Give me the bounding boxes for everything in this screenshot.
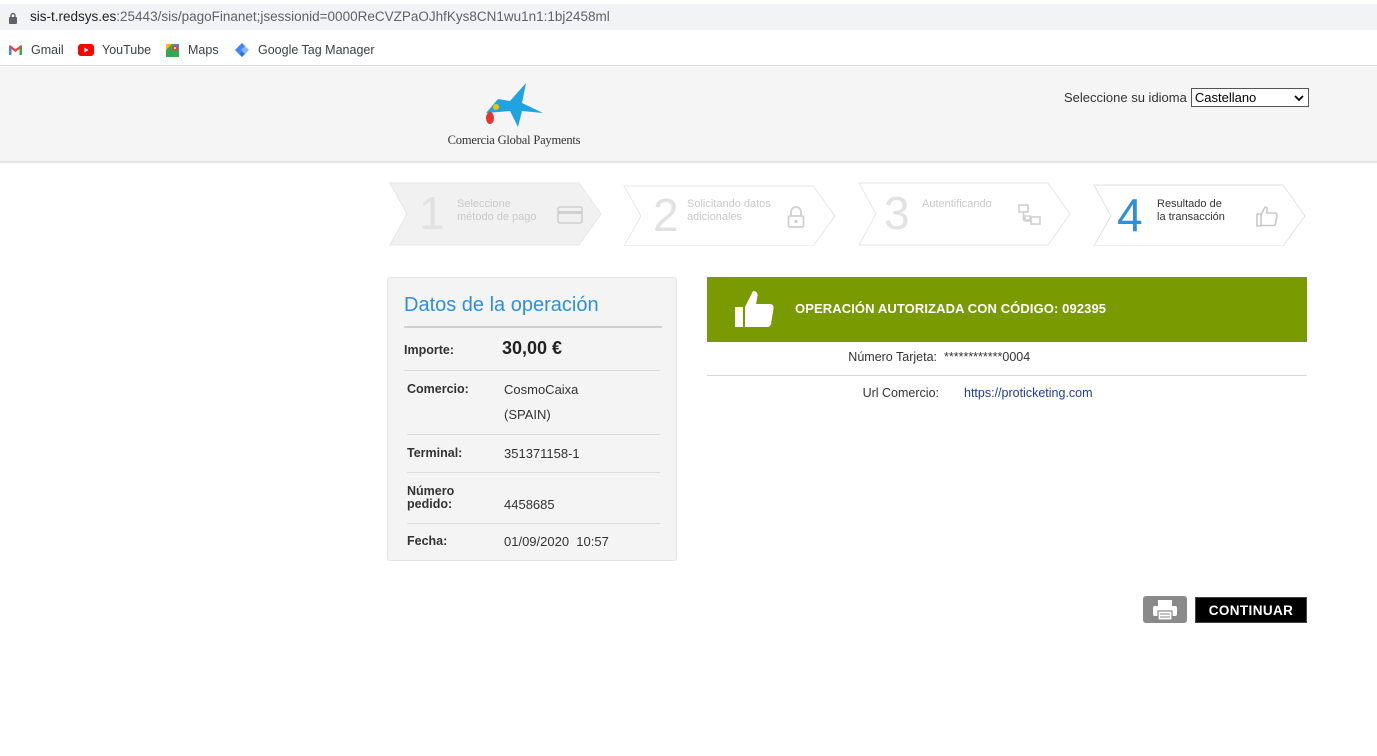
lock-icon xyxy=(787,206,805,228)
order-label-line1: Número xyxy=(407,484,455,498)
operation-data-panel: Datos de la operación Importe: 30,00 € C… xyxy=(387,277,677,561)
tag-manager-icon xyxy=(235,43,249,57)
language-dropdown[interactable]: Castellano xyxy=(1190,88,1309,107)
language-selected: Castellano xyxy=(1194,90,1257,105)
bookmark-label: Google Tag Manager xyxy=(258,43,375,57)
brand-logo: Comercia Global Payments xyxy=(444,81,584,151)
url-path: :25443/sis/pagoFinanet;jsessionid=0000Re… xyxy=(116,9,610,24)
merchant-country: (SPAIN) xyxy=(504,407,551,422)
terminal-label: Terminal: xyxy=(407,446,463,460)
bookmark-youtube[interactable]: YouTube xyxy=(78,40,151,60)
card-icon xyxy=(557,206,583,224)
row-amount: Importe: 30,00 € xyxy=(404,328,660,371)
step-number: 2 xyxy=(653,189,679,241)
page-header: Comercia Global Payments Seleccione su i… xyxy=(0,67,1377,163)
date-value: 01/09/2020 10:57 xyxy=(504,534,609,549)
url-field[interactable]: sis-t.redsys.es:25443/sis/pagoFinanet;js… xyxy=(0,4,1377,30)
amount-label: Importe: xyxy=(404,343,454,357)
bookmark-gmail[interactable]: Gmail xyxy=(8,40,64,60)
bookmark-label: YouTube xyxy=(102,43,152,57)
row-date: Fecha: 01/09/2020 10:57 xyxy=(407,524,660,560)
step-3: 3 Autentificando xyxy=(858,182,1072,246)
maps-icon xyxy=(166,43,179,57)
merchant-url-link[interactable]: https://proticketing.com xyxy=(964,386,1093,400)
merchant-url-label: Url Comercio: xyxy=(862,386,939,400)
browser-address-bar: sis-t.redsys.es:25443/sis/pagoFinanet;js… xyxy=(0,0,1377,34)
divider xyxy=(707,375,1307,376)
thumbs-up-icon xyxy=(735,291,774,327)
date-label: Fecha: xyxy=(407,534,448,548)
bookmark-label: Gmail xyxy=(31,43,64,57)
step-number: 4 xyxy=(1117,189,1143,241)
bookmark-maps[interactable]: Maps xyxy=(165,40,219,60)
step-number: 3 xyxy=(884,187,910,239)
step-label: Autentificando xyxy=(922,198,992,210)
step-4: 4 Resultado de la transacción xyxy=(1093,182,1307,246)
step-number: 1 xyxy=(419,187,445,239)
step-label: Seleccione método de pago xyxy=(457,198,537,223)
order-label-line2: pedido: xyxy=(407,497,453,511)
language-selector: Seleccione su idioma Castellano xyxy=(1064,88,1309,107)
lock-icon xyxy=(9,12,17,24)
authorization-message: OPERACIÓN AUTORIZADA CON CÓDIGO: 092395 xyxy=(795,301,1107,316)
url-text: sis-t.redsys.es:25443/sis/pagoFinanet;js… xyxy=(30,9,610,24)
step-2: 2 Solicitando datos adicionales xyxy=(623,182,837,246)
star-logo-icon xyxy=(486,83,543,127)
chevron-down-icon xyxy=(1294,94,1304,101)
logo-text: Comercia Global Payments xyxy=(447,133,581,147)
card-number-label: Número Tarjeta: xyxy=(848,350,937,364)
bookmark-label: Maps xyxy=(188,43,219,57)
terminal-value: 351371158-1 xyxy=(504,446,580,461)
row-terminal: Terminal: 351371158-1 xyxy=(407,435,660,473)
continue-button[interactable]: CONTINUAR xyxy=(1195,597,1307,623)
gmail-icon xyxy=(9,45,22,55)
print-button[interactable] xyxy=(1143,596,1187,623)
amount-value: 30,00 € xyxy=(502,338,563,358)
authorization-banner: OPERACIÓN AUTORIZADA CON CÓDIGO: 092395 xyxy=(707,277,1307,342)
step-label: Solicitando datos adicionales xyxy=(687,198,771,223)
language-label: Seleccione su idioma xyxy=(1064,90,1187,105)
row-merchant: Comercio: CosmoCaixa (SPAIN) xyxy=(407,371,660,435)
bookmarks-bar: Gmail YouTube Maps Google Tag Manager xyxy=(0,34,1377,66)
printer-icon xyxy=(1153,600,1177,621)
bookmark-tag-manager[interactable]: Google Tag Manager xyxy=(234,40,375,60)
thumbs-up-icon xyxy=(1256,206,1278,227)
merchant-label: Comercio: xyxy=(407,382,469,396)
youtube-icon xyxy=(78,44,94,56)
network-icon xyxy=(1018,204,1041,225)
order-value: 4458685 xyxy=(504,497,555,512)
step-1: 1 Seleccione método de pago xyxy=(389,182,603,246)
panel-title: Datos de la operación xyxy=(404,294,599,316)
row-order-number: Número pedido: 4458685 xyxy=(407,473,660,524)
url-host: sis-t.redsys.es xyxy=(30,9,117,24)
merchant-name: CosmoCaixa xyxy=(504,382,579,397)
step-label: Resultado de la transacción xyxy=(1157,198,1225,223)
card-number-value: ************0004 xyxy=(944,350,1031,364)
